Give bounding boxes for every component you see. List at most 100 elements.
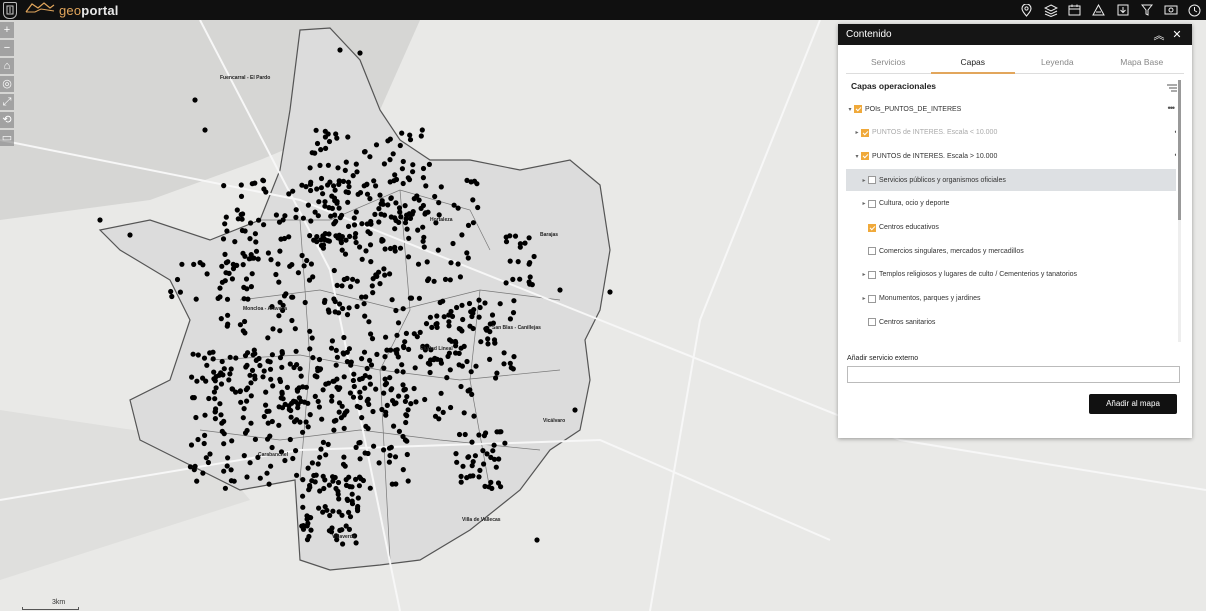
poi-point	[406, 346, 412, 352]
geoportal-logo[interactable]: geoportal	[25, 1, 119, 19]
external-service-input[interactable]	[847, 366, 1180, 383]
tab-mapa-base[interactable]: Mapa Base	[1100, 45, 1185, 73]
expand-arrow-icon[interactable]: ▸	[860, 177, 868, 184]
layer-row[interactable]: ▸ Templos religiosos y lugares de culto /…	[846, 264, 1176, 286]
poi-point	[327, 512, 333, 519]
layer-row[interactable]: ▸Cultura, ocio y deporte•••	[846, 193, 1176, 215]
map-tool-button[interactable]: ⤢	[0, 94, 14, 110]
layer-checkbox[interactable]	[868, 318, 876, 327]
layer-checkbox[interactable]	[868, 270, 876, 279]
map-tool-button[interactable]: ▭	[0, 130, 14, 146]
map-tool-button[interactable]: ⌂	[0, 58, 14, 74]
filter-icon[interactable]	[1139, 3, 1154, 18]
layer-row[interactable]: Centros educativos•••	[846, 217, 1176, 239]
poi-point	[345, 199, 351, 205]
map-tool-button[interactable]: ◎	[0, 76, 14, 92]
external-service-label: Añadir servicio externo	[847, 355, 919, 362]
layers-icon[interactable]	[1043, 3, 1058, 18]
expand-arrow-icon[interactable]: ▸	[860, 295, 868, 302]
poi-point	[455, 205, 461, 211]
poi-point	[459, 302, 465, 308]
expand-arrow-icon[interactable]: ▾	[846, 106, 854, 113]
layer-row[interactable]: ▾ PUNTOS de INTERES. Escala > 10.000 •••	[846, 145, 1176, 167]
poi-point	[404, 226, 410, 232]
expand-arrow-icon[interactable]: ▾	[853, 153, 861, 160]
measure-icon[interactable]	[1091, 3, 1106, 18]
poi-point	[434, 324, 440, 330]
poi-point	[404, 413, 410, 419]
poi-point	[371, 443, 377, 449]
more-options-icon[interactable]: •••	[1175, 127, 1176, 137]
map-tool-button[interactable]: +	[0, 22, 14, 38]
more-options-icon[interactable]: •••	[1175, 150, 1176, 160]
poi-point	[434, 313, 440, 319]
poi-point	[385, 202, 391, 208]
poi-point	[489, 312, 496, 318]
poi-point	[446, 319, 452, 325]
poi-point	[217, 401, 223, 407]
layer-checkbox[interactable]	[868, 199, 876, 208]
poi-point	[357, 456, 363, 462]
print-icon[interactable]	[1163, 3, 1178, 18]
location-icon[interactable]	[1019, 3, 1034, 18]
layer-checkbox[interactable]	[868, 223, 876, 232]
more-options-icon[interactable]: •••	[1168, 103, 1176, 113]
map-tool-button[interactable]: −	[0, 40, 14, 56]
poi-point	[454, 459, 460, 465]
scale-label: 3km	[52, 599, 66, 606]
map-tool-button[interactable]: ⟲	[0, 112, 14, 128]
poi-point	[377, 192, 383, 198]
history-icon[interactable]	[1187, 3, 1202, 18]
poi-point	[472, 453, 478, 459]
expand-arrow-icon[interactable]: ▸	[853, 129, 861, 136]
poi-point	[359, 415, 365, 421]
poi-point	[515, 259, 521, 265]
poi-point	[224, 228, 230, 234]
tab-leyenda[interactable]: Leyenda	[1015, 45, 1100, 73]
poi-point	[447, 277, 453, 283]
calendar-icon[interactable]	[1067, 3, 1082, 18]
layer-checkbox[interactable]	[861, 128, 869, 137]
poi-point	[325, 441, 331, 447]
poi-point	[416, 197, 422, 203]
poi-point	[356, 440, 362, 446]
collapse-icon[interactable]: ︽	[1152, 27, 1166, 43]
poi-point	[409, 211, 415, 217]
expand-arrow-icon[interactable]: ▸	[860, 200, 868, 207]
layer-scrollbar[interactable]	[1178, 80, 1181, 342]
poi-point	[308, 187, 314, 194]
tab-capas[interactable]: Capas	[930, 45, 1016, 74]
poi-point	[534, 537, 540, 543]
poi-point	[370, 408, 376, 415]
download-icon[interactable]	[1115, 3, 1130, 18]
layer-checkbox[interactable]	[854, 105, 862, 113]
add-to-map-button[interactable]: Añadir al mapa	[1089, 394, 1177, 414]
layer-row[interactable]: Comercios singulares, mercados y mercadi…	[846, 240, 1176, 262]
layer-row[interactable]: Centros sanitarios•••	[846, 311, 1176, 333]
poi-point	[312, 373, 318, 379]
layer-checkbox[interactable]	[868, 294, 876, 303]
poi-point	[493, 464, 499, 470]
poi-point	[357, 389, 363, 395]
layer-checkbox[interactable]	[868, 176, 876, 185]
layer-row[interactable]: ▾ POIs_PUNTOS_DE_INTERES •••	[846, 98, 1176, 120]
expand-arrow-icon[interactable]: ▸	[860, 271, 868, 278]
layer-checkbox[interactable]	[868, 247, 876, 256]
poi-point	[357, 404, 363, 411]
poi-point	[363, 423, 369, 429]
poi-point	[502, 440, 508, 446]
poi-point	[277, 248, 283, 254]
scrollbar-thumb[interactable]	[1178, 80, 1181, 220]
poi-point	[340, 541, 346, 547]
poi-point	[336, 409, 342, 415]
layer-row[interactable]: ▸Monumentos, parques y jardines•••	[846, 288, 1176, 310]
layer-checkbox[interactable]	[861, 152, 869, 161]
layer-row[interactable]: ▸ PUNTOS de INTERES. Escala < 10.000 •••	[846, 122, 1176, 144]
layer-filter-icon[interactable]	[1166, 80, 1178, 98]
tab-servicios[interactable]: Servicios	[846, 45, 931, 73]
poi-point	[476, 474, 482, 480]
layer-row[interactable]: ▸ Servicios públicos y organismos oficial…	[846, 169, 1176, 192]
close-icon[interactable]: ✕	[1170, 28, 1184, 41]
poi-point	[369, 283, 375, 289]
poi-point	[482, 483, 488, 489]
